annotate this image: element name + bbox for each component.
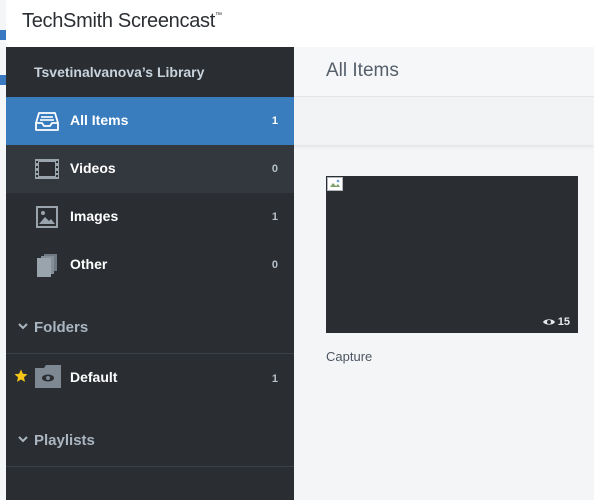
techsmith-logo[interactable]: TechSmith Screencast™ [22,10,222,33]
folder-count: 1 [271,373,278,385]
inbox-tray-icon [35,112,59,131]
section-divider [6,353,294,354]
sidebar-item-count: 0 [271,163,278,175]
star-icon[interactable] [14,369,28,383]
sidebar-item-count: 1 [271,211,278,223]
main-header: All Items [294,47,594,97]
eye-icon [542,319,555,325]
folder-eye-icon [35,365,61,388]
playlists-section-toggle[interactable]: Playlists [6,422,294,462]
sidebar-item-count: 0 [271,259,278,271]
page-title: All Items [326,60,399,81]
stacked-files-icon [37,254,57,277]
folders-heading: Folders [34,319,89,336]
sidebar-item-label: Videos [70,160,116,176]
media-caption[interactable]: Capture [326,349,372,364]
chevron-down-icon [18,323,28,330]
film-strip-icon [35,159,59,179]
section-divider [6,466,294,467]
sidebar: Tsvetinalvanova’s Library All Items 1 Vi… [6,47,294,500]
view-count-value: 15 [557,316,570,328]
chevron-down-icon [18,436,28,443]
sidebar-item-all-items[interactable]: All Items 1 [6,97,294,145]
sidebar-item-label: All Items [70,112,129,128]
sidebar-item-label: Images [70,208,119,224]
broken-image-icon [327,177,343,191]
sidebar-item-images[interactable]: Images 1 [6,193,294,241]
playlists-heading: Playlists [34,432,95,449]
screencast-app: TechSmith Screencast™ Tsvetinalvanova’s … [6,0,594,500]
main-content: All Items 15 Capture [294,47,594,500]
trademark-mark: ™ [214,12,222,19]
library-title: Tsvetinalvanova’s Library [34,64,205,80]
sidebar-item-count: 1 [271,115,278,127]
folder-label: Default [70,369,118,385]
view-count: 15 [542,315,570,329]
logo-text: TechSmith Screencast [22,10,215,32]
top-bar: TechSmith Screencast™ [6,0,594,47]
media-thumbnail[interactable]: 15 [326,176,578,333]
sidebar-item-other[interactable]: Other 0 [6,241,294,289]
content-toolbar [294,97,594,145]
sidebar-item-videos[interactable]: Videos 0 [6,145,294,193]
sidebar-item-label: Other [70,256,108,272]
image-icon [36,206,58,228]
folder-item-default[interactable]: Default 1 [6,356,294,400]
folders-section-toggle[interactable]: Folders [6,309,294,349]
